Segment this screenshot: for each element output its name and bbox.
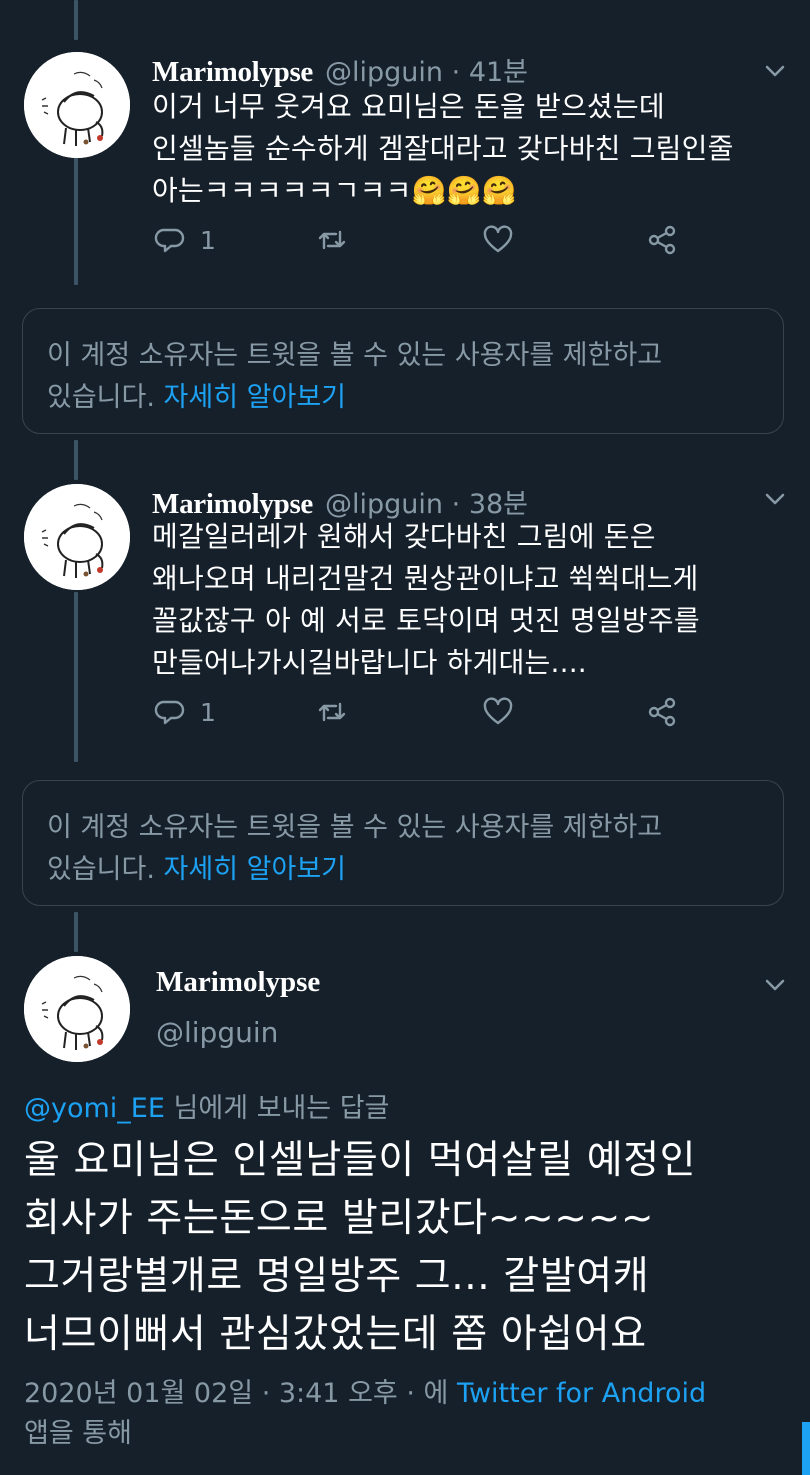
scrollbar[interactable]: [802, 1422, 810, 1475]
notice-text: 이 계정 소유자는 트윗을 볼 수 있는 사용자를 제한하고 있습니다.: [47, 340, 663, 413]
focused-tweet: Marimolypse @lipguin @yomi_EE 님에게 보내는 답글…: [0, 952, 810, 1475]
tweet[interactable]: Marimolypse @lipguin · 41분 이거 너무 웃겨요 요미님…: [0, 48, 810, 298]
tweet-meta: 2020년 01월 02일 · 3:41 오후 · 에 Twitter for …: [24, 1374, 794, 1454]
learn-more-link[interactable]: 자세히 알아보기: [164, 854, 346, 885]
reply-count: 1: [200, 225, 216, 255]
display-name[interactable]: Marimolypse: [156, 966, 320, 999]
reply-icon: [154, 228, 185, 253]
handle-and-time: @lipguin · 41분: [325, 50, 528, 89]
avatar[interactable]: [24, 484, 130, 590]
learn-more-link[interactable]: 자세히 알아보기: [164, 382, 346, 413]
heart-icon: [483, 225, 513, 253]
retweet-icon: [318, 230, 346, 250]
retweet-button[interactable]: [316, 696, 348, 728]
notice-text: 이 계정 소유자는 트윗을 볼 수 있는 사용자를 제한하고 있습니다.: [47, 812, 663, 885]
tweet-text: 메갈일러레가 원해서 갖다바친 그림에 돈은 왜나오며 내리건말건 뭔상관이냐고…: [152, 520, 700, 679]
tweet-text: 울 요미님은 인셀남들이 먹여살릴 예정인 회사가 주는돈으로 발리갔다~~~~…: [24, 1138, 697, 1357]
chevron-down-icon: [765, 493, 785, 505]
tweet-thread-screen: Marimolypse @lipguin · 41분 이거 너무 웃겨요 요미님…: [0, 0, 810, 1475]
time-separator: ·: [451, 57, 461, 88]
restricted-account-notice: 이 계정 소유자는 트윗을 볼 수 있는 사용자를 제한하고 있습니다. 자세히…: [22, 780, 784, 906]
avatar-drawing: [24, 484, 130, 590]
avatar[interactable]: [24, 52, 130, 158]
timestamp[interactable]: 41분: [469, 57, 528, 88]
share-icon: [648, 225, 676, 255]
thread-line: [74, 0, 78, 40]
avatar-drawing: [24, 52, 130, 158]
handle[interactable]: @lipguin: [156, 1016, 278, 1049]
tweet-header: Marimolypse @lipguin · 41분: [152, 50, 528, 89]
heart-icon: [483, 697, 513, 725]
more-menu-button[interactable]: [762, 972, 788, 998]
source-link[interactable]: Twitter for Android: [457, 1378, 706, 1409]
reply-button[interactable]: 1: [154, 696, 216, 728]
reply-button[interactable]: 1: [154, 224, 216, 256]
thread-line: [74, 440, 78, 480]
avatar-drawing: [24, 956, 130, 1062]
thread-line: [74, 912, 78, 952]
handle[interactable]: @lipguin: [325, 57, 443, 88]
tweet-text: 이거 너무 웃겨요 요미님은 돈을 받으셨는데 인셀놈들 순수하게 겜잘대라고 …: [152, 90, 734, 207]
restricted-account-notice: 이 계정 소유자는 트윗을 볼 수 있는 사용자를 제한하고 있습니다. 자세히…: [22, 308, 784, 434]
share-button[interactable]: [646, 224, 678, 256]
tweet[interactable]: Marimolypse @lipguin · 38분 메갈일러레가 원해서 갖다…: [0, 480, 810, 750]
more-menu-button[interactable]: [762, 486, 788, 512]
tweet-actions: 1: [152, 224, 712, 264]
mention-link[interactable]: @yomi_EE: [24, 1093, 165, 1124]
reply-to-line: @yomi_EE 님에게 보내는 답글: [24, 1086, 389, 1125]
reply-icon: [154, 700, 185, 725]
like-button[interactable]: [482, 696, 514, 728]
share-button[interactable]: [646, 696, 678, 728]
display-name[interactable]: Marimolypse: [152, 56, 313, 89]
like-button[interactable]: [482, 224, 514, 256]
retweet-button[interactable]: [316, 224, 348, 256]
timestamp[interactable]: 2020년 01월 02일 · 3:41 오후 · 에: [24, 1378, 448, 1409]
reply-to-label: 님에게 보내는 답글: [173, 1093, 390, 1124]
tweet-actions: 1: [152, 696, 712, 736]
retweet-icon: [318, 702, 346, 722]
chevron-down-icon: [765, 979, 785, 991]
via-label: 앱을 통해: [24, 1418, 132, 1449]
avatar[interactable]: [24, 956, 130, 1062]
reply-count: 1: [200, 697, 216, 727]
more-menu-button[interactable]: [762, 58, 788, 84]
share-icon: [648, 697, 676, 727]
chevron-down-icon: [765, 65, 785, 77]
